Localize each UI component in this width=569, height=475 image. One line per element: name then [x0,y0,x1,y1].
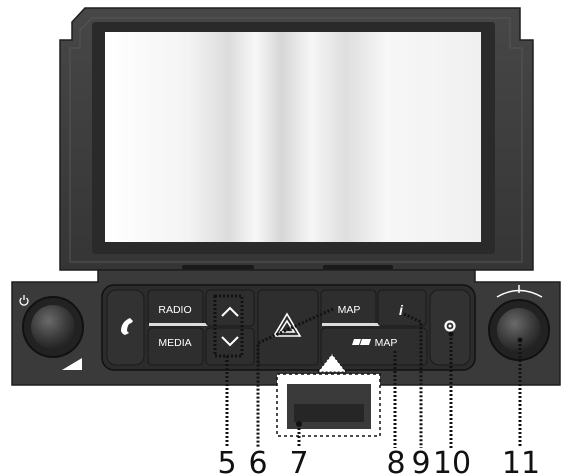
head-unit-illustration: RADIO MEDIA MAP MAP i 5 6 7 8 9 10 11 [11,7,561,475]
phone-button[interactable] [106,289,145,366]
radio-media-divider [149,323,211,326]
tune-dot [517,337,523,343]
display-screen[interactable] [105,32,481,242]
radio-label: RADIO [158,304,191,316]
seek-up-button[interactable] [205,289,255,327]
callout-5: 5 [217,446,236,475]
media-button[interactable]: MEDIA [147,327,204,366]
sd-map-button[interactable]: MAP [320,327,428,366]
settings-button[interactable] [429,289,471,366]
callout-8: 8 [386,446,405,475]
settings-dot [448,331,454,337]
callout-11: 11 [502,446,540,475]
callout-9: 9 [411,446,430,475]
callout-6: 6 [248,446,267,475]
sd-map-label: MAP [375,337,398,349]
callout-10: 10 [433,446,471,475]
hazard-button[interactable] [257,289,319,366]
radio-button[interactable]: RADIO [147,289,204,327]
media-label: MEDIA [158,337,191,349]
sd-slot-opening [294,404,364,422]
seek-down-button[interactable] [205,327,255,366]
sd-slot-dot [296,421,302,427]
callout-7: 7 [289,446,308,475]
map-label: MAP [338,304,361,316]
power-volume-knob-cap[interactable] [31,305,75,349]
map-button[interactable]: MAP [320,289,377,327]
